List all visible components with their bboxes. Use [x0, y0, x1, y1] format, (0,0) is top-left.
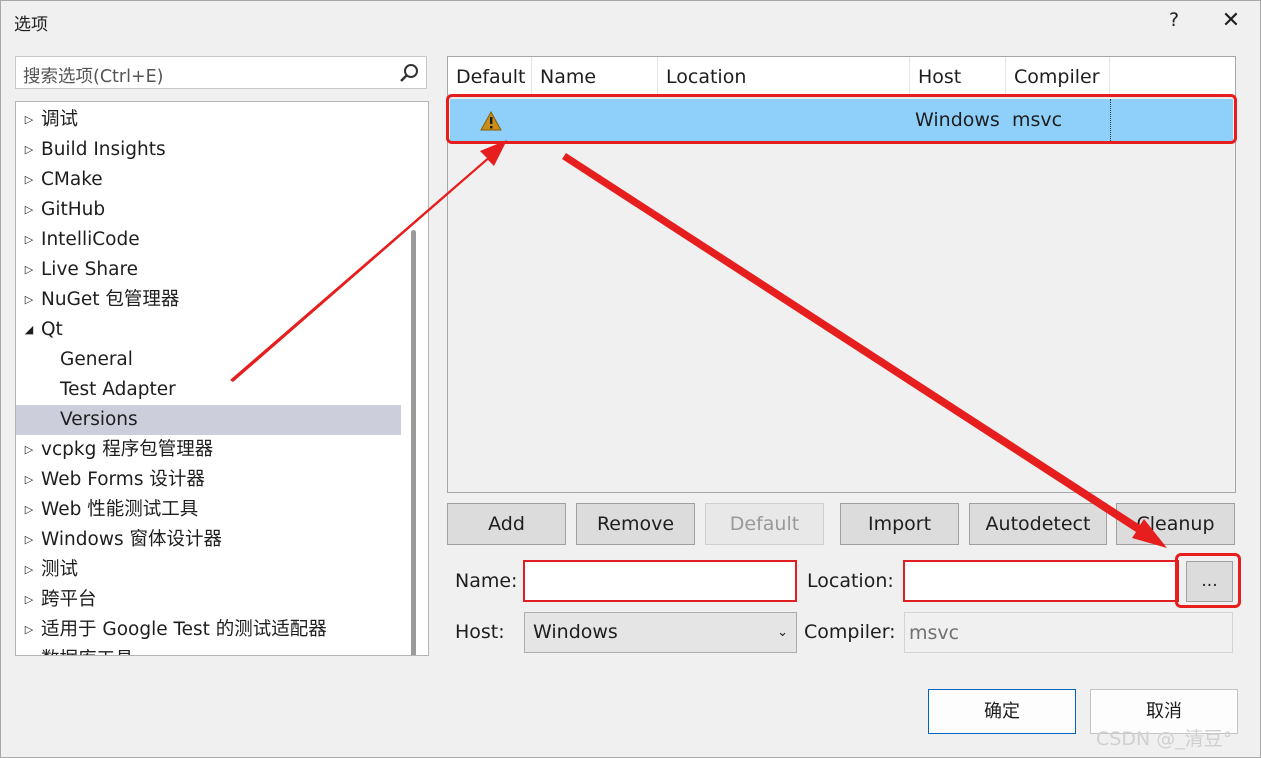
tree-item[interactable]: ▷ 跨平台	[16, 585, 401, 615]
tree-item-label: General	[60, 349, 133, 370]
tree-item[interactable]: ▷ GitHub	[16, 195, 401, 225]
default-button[interactable]: Default	[705, 503, 824, 545]
column-header-compiler[interactable]: Compiler	[1006, 57, 1110, 97]
tree-item-label: 数据库工具	[41, 645, 134, 655]
tree-item[interactable]: ▷ Web Forms 设计器	[16, 465, 401, 495]
expanded-arrow-icon[interactable]: ◢	[22, 315, 36, 345]
collapsed-arrow-icon[interactable]: ▷	[22, 225, 36, 255]
tree-item[interactable]: ▷ 数据库工具	[16, 645, 401, 655]
ok-button[interactable]: 确定	[928, 689, 1076, 734]
help-button[interactable]: ?	[1165, 9, 1183, 31]
tree-scrollbar[interactable]	[401, 102, 427, 655]
tree-item-label: Qt	[41, 319, 63, 340]
collapsed-arrow-icon[interactable]: ▷	[22, 615, 36, 645]
table-row[interactable]: Windows msvc	[450, 99, 1233, 141]
tree-item-label: 调试	[41, 109, 79, 130]
tree-item-label: 测试	[41, 559, 79, 580]
add-button[interactable]: Add	[447, 503, 566, 545]
tree-item[interactable]: ▷ IntelliCode	[16, 225, 401, 255]
tree-item[interactable]: ▷ Web 性能测试工具	[16, 495, 401, 525]
tree-item[interactable]: ▷ 测试	[16, 555, 401, 585]
compiler-label: Compiler:	[804, 621, 896, 643]
tree-item[interactable]: ▷ 适用于 Google Test 的测试适配器	[16, 615, 401, 645]
watermark: CSDN @_清豆°	[1096, 728, 1233, 750]
title-bar: 选项 ? ✕	[1, 1, 1260, 43]
collapsed-arrow-icon[interactable]: ▷	[22, 135, 36, 165]
tree-item-label: 适用于 Google Test 的测试适配器	[41, 619, 327, 640]
row-compiler: msvc	[1012, 109, 1063, 131]
tree-item-label: Live Share	[41, 259, 139, 280]
tree-item-label: vcpkg 程序包管理器	[41, 439, 214, 460]
tree-item[interactable]: ▷ vcpkg 程序包管理器	[16, 435, 401, 465]
tree-item-label: Test Adapter	[60, 379, 176, 400]
collapsed-arrow-icon[interactable]: ▷	[22, 255, 36, 285]
close-button[interactable]: ✕	[1220, 8, 1242, 33]
list-header: Default Name Location Host Compiler	[448, 57, 1235, 98]
collapsed-arrow-icon[interactable]: ▷	[22, 105, 36, 135]
chevron-down-icon: ⌄	[777, 625, 788, 640]
location-field[interactable]	[903, 560, 1179, 602]
column-header-location[interactable]: Location	[658, 57, 910, 97]
options-dialog: 选项 ? ✕ 搜索选项(Ctrl+E) ▷ 调试 ▷ Build Insights ▷ C…	[0, 0, 1261, 758]
collapsed-arrow-icon[interactable]: ▷	[22, 165, 36, 195]
tree-item-label: NuGet 包管理器	[41, 289, 180, 310]
tree-item-label: IntelliCode	[41, 229, 140, 250]
autodetect-button[interactable]: Autodetect	[969, 503, 1107, 545]
search-input[interactable]: 搜索选项(Ctrl+E)	[15, 56, 427, 89]
collapsed-arrow-icon[interactable]: ▷	[22, 585, 36, 615]
versions-list: Default Name Location Host Compiler Wind…	[447, 56, 1236, 493]
browse-button[interactable]: ...	[1186, 561, 1233, 602]
host-label: Host:	[455, 621, 505, 643]
column-header-host[interactable]: Host	[910, 57, 1006, 97]
tree-item[interactable]: ▷ 调试	[16, 105, 401, 135]
tree-item[interactable]: ◢ Qt	[16, 315, 401, 345]
options-tree: ▷ 调试 ▷ Build Insights ▷ CMake ▷ GitHub ▷ IntelliC…	[15, 101, 429, 656]
collapsed-arrow-icon[interactable]: ▷	[22, 525, 36, 555]
tree-item[interactable]: General	[16, 345, 401, 375]
cleanup-button[interactable]: Cleanup	[1116, 503, 1235, 545]
tree-item-label: Build Insights	[41, 139, 166, 160]
tree-scrollbar-thumb[interactable]	[411, 230, 416, 655]
compiler-field[interactable]: msvc	[904, 612, 1233, 653]
name-label: Name:	[455, 570, 518, 592]
collapsed-arrow-icon[interactable]: ▷	[22, 495, 36, 525]
collapsed-arrow-icon[interactable]: ▷	[22, 195, 36, 225]
collapsed-arrow-icon[interactable]: ▷	[22, 555, 36, 585]
location-label: Location:	[807, 570, 894, 592]
focus-dotted-border	[1110, 99, 1112, 141]
tree-item-label: Web Forms 设计器	[41, 469, 205, 490]
window-title: 选项	[14, 15, 48, 35]
warning-icon	[480, 111, 502, 131]
row-host: Windows	[915, 109, 1000, 131]
tree-item[interactable]: ▷ CMake	[16, 165, 401, 195]
tree-item-label: Windows 窗体设计器	[41, 529, 222, 550]
collapsed-arrow-icon[interactable]: ▷	[22, 435, 36, 465]
tree-item-label: GitHub	[41, 199, 106, 220]
collapsed-arrow-icon[interactable]: ▷	[22, 285, 36, 315]
import-button[interactable]: Import	[840, 503, 959, 545]
name-field[interactable]	[523, 560, 797, 602]
search-placeholder: 搜索选项(Ctrl+E)	[23, 67, 164, 87]
tree-item-label: 跨平台	[41, 589, 97, 610]
tree-item-label: CMake	[41, 169, 103, 190]
tree-item-label: Versions	[60, 409, 138, 430]
collapsed-arrow-icon[interactable]: ▷	[22, 645, 36, 655]
tree-item[interactable]: Test Adapter	[16, 375, 401, 405]
remove-button[interactable]: Remove	[576, 503, 695, 545]
column-header-default[interactable]: Default	[448, 57, 532, 97]
host-select-value: Windows	[533, 621, 618, 643]
column-header-name[interactable]: Name	[532, 57, 658, 97]
tree-item[interactable]: ▷ Windows 窗体设计器	[16, 525, 401, 555]
tree-item[interactable]: ▷ NuGet 包管理器	[16, 285, 401, 315]
host-select[interactable]: Windows ⌄	[524, 612, 797, 653]
tree-item-label: Web 性能测试工具	[41, 499, 199, 520]
collapsed-arrow-icon[interactable]: ▷	[22, 465, 36, 495]
tree-item[interactable]: ▷ Live Share	[16, 255, 401, 285]
tree-item[interactable]: Versions	[16, 405, 401, 435]
tree-item[interactable]: ▷ Build Insights	[16, 135, 401, 165]
search-icon[interactable]	[398, 62, 420, 84]
